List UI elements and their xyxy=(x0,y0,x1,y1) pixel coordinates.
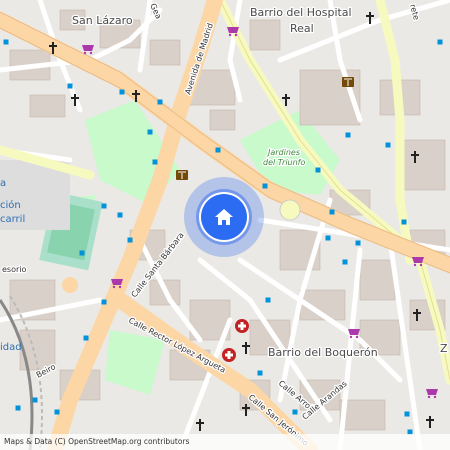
hospital-icon xyxy=(222,319,249,362)
map-attribution[interactable]: Maps & Data (C) OpenStreetMap.org contri… xyxy=(0,434,450,450)
current-location-marker[interactable] xyxy=(184,177,264,257)
library-icon xyxy=(175,76,355,181)
home-icon[interactable] xyxy=(201,194,247,240)
map-view[interactable]: San Lázaro Barrio del Hospital Real Barr… xyxy=(0,0,450,450)
